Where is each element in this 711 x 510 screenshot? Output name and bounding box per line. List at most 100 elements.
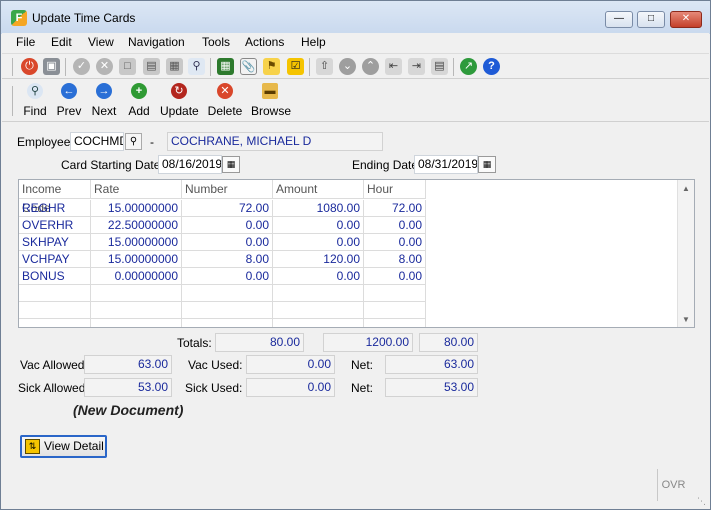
close-button[interactable]: ✕ xyxy=(670,11,702,28)
table-row[interactable]: BONUS 0.00000000 0.00 0.00 0.00 xyxy=(19,268,426,285)
ending-date-input[interactable]: 08/31/2019 xyxy=(414,155,478,174)
next-label: Next xyxy=(91,104,117,118)
maximize-button[interactable]: □ xyxy=(637,11,665,28)
refresh-icon: ↻ xyxy=(171,83,187,99)
cell-empty[interactable] xyxy=(273,302,364,319)
cell-empty[interactable] xyxy=(91,302,182,319)
cell-amount[interactable]: 0.00 xyxy=(273,234,364,251)
cell-number[interactable]: 8.00 xyxy=(182,251,273,268)
table-row-empty[interactable] xyxy=(19,285,426,302)
add-button[interactable]: + Add xyxy=(126,83,152,118)
cell-hour[interactable]: 8.00 xyxy=(364,251,426,268)
cell-income-code[interactable]: REGHR xyxy=(19,200,91,217)
scroll-down-icon[interactable]: ▼ xyxy=(682,315,690,324)
checklist-icon[interactable]: ☑ xyxy=(287,58,304,75)
cell-amount[interactable]: 0.00 xyxy=(273,217,364,234)
calendar-picker-icon[interactable]: ▦ xyxy=(478,156,496,173)
sick-used-label: Sick Used: xyxy=(185,381,243,395)
table-row[interactable]: OVERHR 22.50000000 0.00 0.00 0.00 xyxy=(19,217,426,234)
col-hour[interactable]: Hour xyxy=(364,180,426,199)
minimize-button[interactable]: — xyxy=(605,11,633,28)
cell-rate[interactable]: 15.00000000 xyxy=(91,234,182,251)
cell-empty[interactable] xyxy=(182,285,273,302)
cell-number[interactable]: 0.00 xyxy=(182,234,273,251)
document-icon[interactable]: □ xyxy=(119,58,136,75)
cell-income-code[interactable]: BONUS xyxy=(19,268,91,285)
table-row[interactable]: SKHPAY 15.00000000 0.00 0.00 0.00 xyxy=(19,234,426,251)
prev-button[interactable]: ← Prev xyxy=(56,83,82,118)
export-icon[interactable]: ⇤ xyxy=(385,58,402,75)
table-row-empty[interactable] xyxy=(19,302,426,319)
employee-lookup-button[interactable]: ⚲ xyxy=(125,133,142,150)
card-start-date-input[interactable]: 08/16/2019 xyxy=(158,155,222,174)
cell-rate[interactable]: 22.50000000 xyxy=(91,217,182,234)
import-icon[interactable]: ⇥ xyxy=(408,58,425,75)
cell-rate[interactable]: 15.00000000 xyxy=(91,251,182,268)
menu-tools[interactable]: Tools xyxy=(202,35,230,49)
cell-empty[interactable] xyxy=(19,285,91,302)
cell-hour[interactable]: 72.00 xyxy=(364,200,426,217)
up-circle-icon[interactable]: ⌃ xyxy=(362,58,379,75)
income-grid[interactable]: Income Code Rate Number Amount Hour REGH… xyxy=(18,179,695,328)
menu-edit[interactable]: Edit xyxy=(51,35,72,49)
update-button[interactable]: ↻ Update xyxy=(160,83,199,118)
down-circle-icon[interactable]: ⌄ xyxy=(339,58,356,75)
cell-number[interactable]: 0.00 xyxy=(182,217,273,234)
cell-income-code[interactable]: OVERHR xyxy=(19,217,91,234)
browse-button[interactable]: ▬ Browse xyxy=(251,83,291,118)
check-icon[interactable]: ✓ xyxy=(73,58,90,75)
cell-amount[interactable]: 120.00 xyxy=(273,251,364,268)
archive-icon[interactable]: ▤ xyxy=(431,58,448,75)
table-icon[interactable]: ▦ xyxy=(166,58,183,75)
cell-number[interactable]: 72.00 xyxy=(182,200,273,217)
menu-file[interactable]: File xyxy=(16,35,35,49)
cell-income-code[interactable]: VCHPAY xyxy=(19,251,91,268)
help-icon[interactable]: ? xyxy=(483,58,500,75)
cell-hour[interactable]: 0.00 xyxy=(364,268,426,285)
cell-amount[interactable]: 1080.00 xyxy=(273,200,364,217)
zoom-icon[interactable]: ⚲ xyxy=(188,58,205,75)
cell-empty[interactable] xyxy=(364,302,426,319)
cell-empty[interactable] xyxy=(182,302,273,319)
menu-navigation[interactable]: Navigation xyxy=(128,35,185,49)
cell-empty[interactable] xyxy=(273,285,364,302)
cell-empty[interactable] xyxy=(364,285,426,302)
calendar-icon[interactable]: ▦ xyxy=(217,58,234,75)
cell-income-code[interactable]: SKHPAY xyxy=(19,234,91,251)
power-icon[interactable]: ⏻ xyxy=(21,58,38,75)
cell-hour[interactable]: 0.00 xyxy=(364,234,426,251)
cell-rate[interactable]: 15.00000000 xyxy=(91,200,182,217)
cancel-icon[interactable]: ✕ xyxy=(96,58,113,75)
col-amount[interactable]: Amount xyxy=(273,180,364,199)
key-icon[interactable]: ⚑ xyxy=(263,58,280,75)
menu-help[interactable]: Help xyxy=(301,35,326,49)
resize-grip-icon[interactable]: ⋱ xyxy=(697,496,706,507)
col-rate[interactable]: Rate xyxy=(91,180,182,199)
cell-rate[interactable]: 0.00000000 xyxy=(91,268,182,285)
cell-hour[interactable]: 0.00 xyxy=(364,217,426,234)
col-number[interactable]: Number xyxy=(182,180,273,199)
cell-number[interactable]: 0.00 xyxy=(182,268,273,285)
documents-icon[interactable]: ▤ xyxy=(143,58,160,75)
menu-view[interactable]: View xyxy=(88,35,114,49)
cell-amount[interactable]: 0.00 xyxy=(273,268,364,285)
find-button[interactable]: ⚲ Find xyxy=(22,83,48,118)
totals-label: Totals: xyxy=(177,336,212,350)
grid-vertical-scrollbar[interactable]: ▲ ▼ xyxy=(677,180,694,327)
view-detail-button[interactable]: ⇅ View Detail xyxy=(20,435,107,458)
scroll-up-icon[interactable]: ▲ xyxy=(682,184,690,193)
trend-icon[interactable]: ↗ xyxy=(460,58,477,75)
delete-button[interactable]: ✕ Delete xyxy=(207,83,243,118)
cell-empty[interactable] xyxy=(91,285,182,302)
col-income-code[interactable]: Income Code xyxy=(19,180,91,215)
next-button[interactable]: → Next xyxy=(91,83,117,118)
employee-code-input[interactable]: COCHMD xyxy=(70,132,124,151)
upload-icon[interactable]: ⇧ xyxy=(316,58,333,75)
copy-window-icon[interactable]: ▣ xyxy=(43,58,60,75)
attach-icon[interactable]: 📎 xyxy=(240,58,257,75)
table-row[interactable]: REGHR 15.00000000 72.00 1080.00 72.00 xyxy=(19,200,426,217)
calendar-picker-icon[interactable]: ▦ xyxy=(222,156,240,173)
table-row[interactable]: VCHPAY 15.00000000 8.00 120.00 8.00 xyxy=(19,251,426,268)
cell-empty[interactable] xyxy=(19,302,91,319)
menu-actions[interactable]: Actions xyxy=(245,35,284,49)
